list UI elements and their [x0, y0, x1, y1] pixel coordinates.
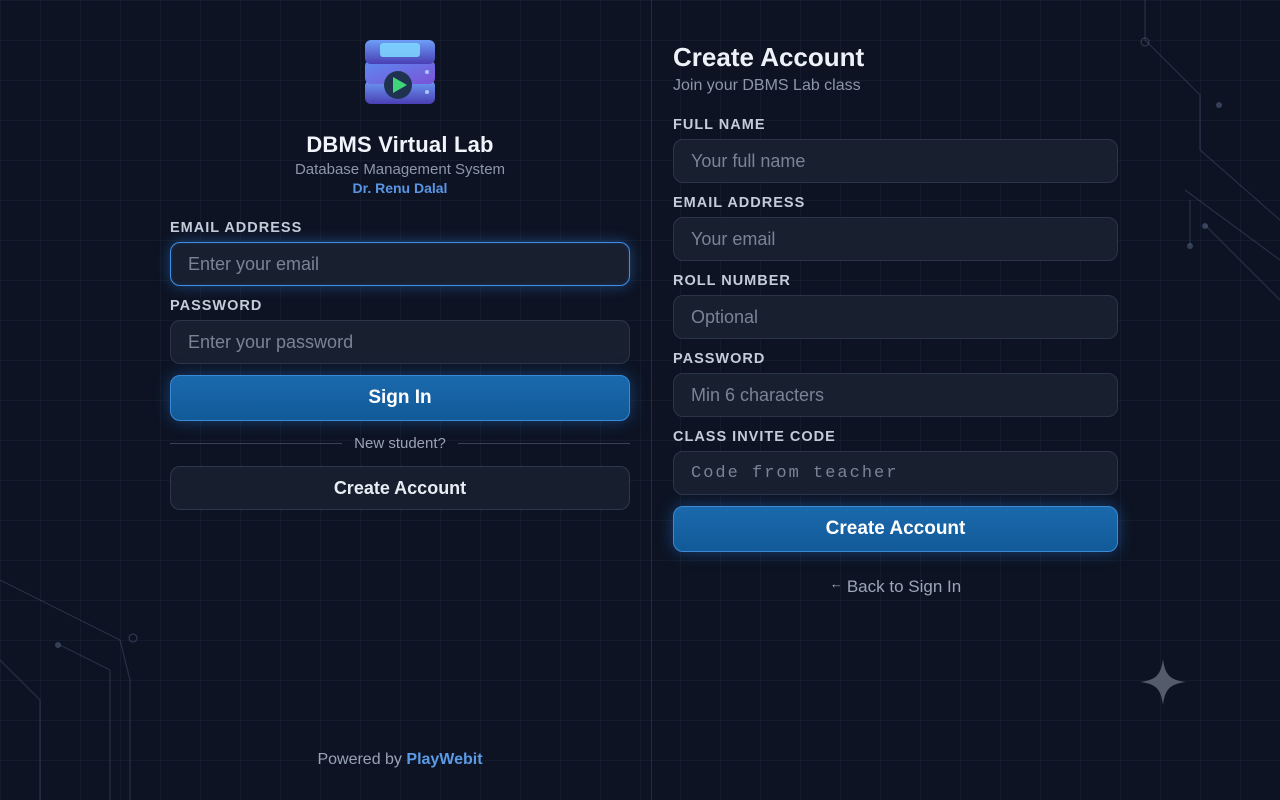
app-subtitle: Database Management System — [294, 161, 506, 178]
create-account-title: Create Account — [673, 42, 865, 72]
full-name-label: FULL NAME — [673, 117, 766, 133]
create-account-submit-button[interactable]: Create Account — [673, 506, 1118, 552]
new-student-separator: New student? — [170, 435, 631, 452]
powered-by-brand[interactable]: PlayWebit — [406, 751, 482, 768]
invite-code-group: CLASS INVITE CODE — [673, 429, 1118, 495]
login-password-label: PASSWORD — [170, 298, 263, 314]
sparkle-icon — [1140, 659, 1186, 705]
login-password-group: PASSWORD — [170, 298, 630, 364]
login-email-group: EMAIL ADDRESS — [170, 220, 630, 286]
back-to-sign-in-link[interactable]: ← Back to Sign In — [673, 576, 1118, 597]
create-account-nav-button[interactable]: Create Account — [170, 466, 630, 510]
full-name-input[interactable] — [673, 139, 1118, 183]
separator-line-left — [170, 443, 343, 444]
signup-password-input[interactable] — [673, 373, 1118, 417]
login-password-input[interactable] — [170, 320, 630, 364]
invite-code-label: CLASS INVITE CODE — [673, 429, 836, 445]
app-title: DBMS Virtual Lab — [306, 132, 494, 157]
panel-divider — [651, 0, 652, 800]
signup-email-input[interactable] — [673, 217, 1118, 261]
full-name-group: FULL NAME — [673, 117, 1118, 183]
sign-in-button[interactable]: Sign In — [170, 375, 630, 421]
separator-line-right — [457, 443, 631, 444]
sign-in-panel: DBMS Virtual Lab Database Management Sys… — [170, 30, 631, 510]
arrow-left-icon: ← — [829, 576, 843, 591]
author-name: Dr. Renu Dalal — [352, 180, 448, 196]
roll-number-label: ROLL NUMBER — [673, 273, 791, 289]
invite-code-input[interactable] — [673, 451, 1118, 495]
back-to-sign-in-label: Back to Sign In — [846, 577, 962, 596]
signup-email-label: EMAIL ADDRESS — [673, 195, 806, 211]
login-email-label: EMAIL ADDRESS — [170, 220, 303, 236]
roll-number-input[interactable] — [673, 295, 1118, 339]
signup-password-label: PASSWORD — [673, 351, 766, 367]
create-account-subtitle: Join your DBMS Lab class — [673, 77, 861, 94]
roll-number-group: ROLL NUMBER — [673, 273, 1118, 339]
powered-by: Powered by PlayWebit — [170, 751, 630, 769]
signup-password-group: PASSWORD — [673, 351, 1118, 417]
signup-email-group: EMAIL ADDRESS — [673, 195, 1118, 261]
login-email-input[interactable] — [170, 242, 630, 286]
powered-by-prefix: Powered by — [317, 751, 402, 768]
new-student-text: New student? — [354, 435, 446, 452]
create-account-panel: Create Account Join your DBMS Lab class … — [673, 42, 1118, 597]
database-play-icon — [365, 40, 435, 104]
